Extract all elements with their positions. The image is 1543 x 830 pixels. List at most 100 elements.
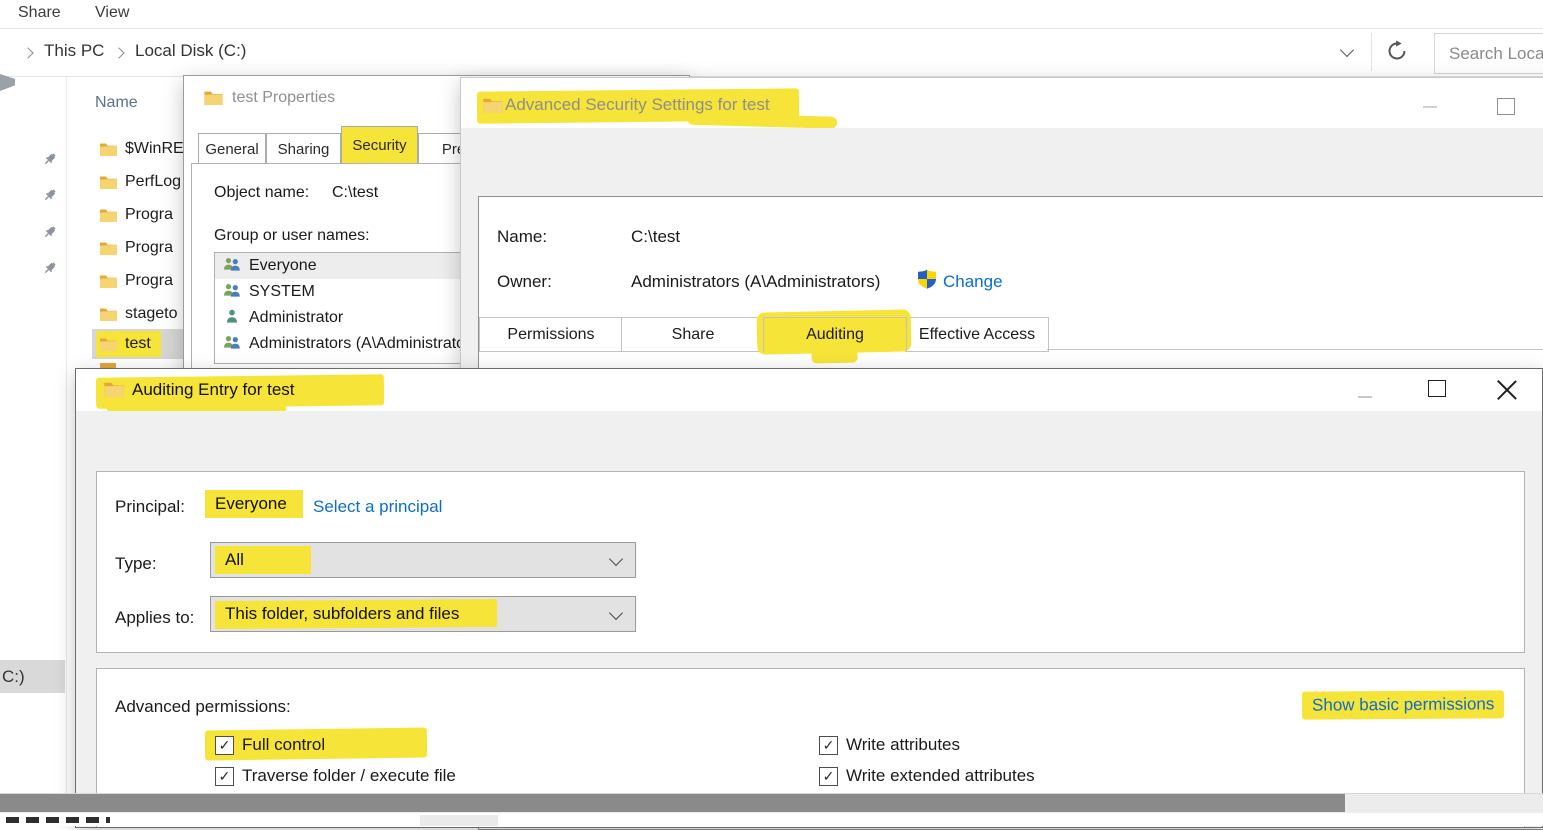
tab-share[interactable]: Share [621,317,765,352]
tab-label: Permissions [507,325,595,343]
horizontal-scrollbar-thumb[interactable] [0,794,1345,812]
principal-panel: Principal: Everyone Select a principal T… [96,471,1525,653]
tab-effective-access[interactable]: Effective Access [905,317,1049,352]
file-name: PerfLog [125,173,182,190]
search-box [1434,33,1543,74]
checkbox-label: Write extended attributes [846,766,1035,785]
file-name: Progra [125,206,174,223]
advanced-permissions-label: Advanced permissions: [115,697,291,716]
maximize-button[interactable] [1497,98,1515,115]
breadcrumb-local-disk[interactable]: Local Disk (C:) [135,41,246,61]
list-item-label: Administrator [249,309,344,326]
folder-icon [483,97,503,113]
object-name-label: Object name: [214,184,310,201]
group-icon [223,283,241,302]
folder-icon [100,274,117,288]
tab-security[interactable]: Security [341,126,418,164]
tab-label: Share [671,325,715,343]
breadcrumb-this-pc[interactable]: This PC [44,41,104,61]
tab-general[interactable]: General [198,133,266,164]
type-dropdown[interactable]: All [210,542,636,578]
list-item-label: SYSTEM [249,283,315,300]
divider [66,77,67,793]
folder-icon [204,90,224,106]
breadcrumb-chevron-icon [113,47,125,59]
object-name-value: C:\test [332,184,379,201]
dialog-body: Principal: Everyone Select a principal T… [76,411,1542,827]
list-item-label: Administrators (A\Administrato [249,335,466,352]
menu-view[interactable]: View [95,4,129,22]
ribbon-menu-bar: Share View [0,0,1543,29]
dialog-title: Auditing Entry for test [132,380,295,399]
viewer-bottom-overlay [0,793,1543,826]
refresh-icon[interactable] [1386,40,1408,62]
checkbox-write-attributes[interactable]: Write attributes [819,735,960,755]
name-value: C:\test [631,227,681,246]
principal-value: Everyone [205,490,303,518]
group-user-names-label: Group or user names: [214,227,370,244]
folder-icon [100,142,117,156]
address-dropdown-icon[interactable] [1339,42,1355,58]
breadcrumb-chevron-icon [22,47,34,59]
checkbox-checked-icon [215,766,234,786]
applies-to-dropdown[interactable]: This folder, subfolders and files [210,596,636,632]
file-row[interactable]: PerfLog [100,168,181,196]
file-name: Progra [125,272,174,289]
checkbox-write-extended-attributes[interactable]: Write extended attributes [819,766,1035,786]
change-owner-link[interactable]: Change [943,272,1003,292]
divider [1371,33,1372,71]
file-name: $WinRE [125,140,184,157]
clipped-ui-fragment [420,815,498,826]
menu-share[interactable]: Share [18,4,61,22]
search-input[interactable] [1447,35,1543,72]
tab-permissions[interactable]: Permissions [479,317,623,352]
minimize-button[interactable] [1423,106,1437,108]
select-principal-link[interactable]: Select a principal [313,497,442,517]
principal-label: Principal: [115,497,185,516]
folder-icon [100,307,117,321]
minimize-button[interactable] [1358,396,1372,398]
show-basic-permissions-highlight: Show basic permissions [1301,690,1505,720]
show-basic-permissions-link[interactable]: Show basic permissions [1312,694,1494,714]
file-name: stageto [125,305,178,322]
tab-sharing[interactable]: Sharing [266,133,341,164]
tab-label: Auditing [806,325,864,343]
pin-icon[interactable] [42,224,58,240]
checkbox-checked-icon [819,766,838,786]
pin-icon[interactable] [42,187,58,203]
file-row[interactable]: Progra [100,234,173,262]
maximize-button[interactable] [1428,380,1446,397]
list-item-label: Everyone [249,257,317,274]
clipped-text-fragment [6,817,110,823]
pin-icon[interactable] [42,151,58,167]
tab-auditing[interactable]: Auditing [763,317,907,352]
address-bar: This PC Local Disk (C:) [0,29,1543,91]
folder-icon [100,337,117,351]
group-icon [223,257,241,276]
file-row[interactable]: $WinRE [100,135,184,163]
nav-item-local-disk-partial[interactable]: C:) [0,660,65,693]
checkbox-traverse-folder[interactable]: Traverse folder / execute file [215,766,456,786]
close-icon[interactable] [1497,377,1517,397]
owner-label: Owner: [497,272,552,291]
window-title: Advanced Security Settings for test [505,95,770,114]
column-header-name[interactable]: Name [95,94,138,112]
file-row[interactable]: stageto [100,300,177,328]
file-row[interactable]: Progra [100,201,173,229]
checkbox-label: Traverse folder / execute file [242,766,456,785]
file-row[interactable]: Progra [100,267,173,295]
checkbox-checked-icon [819,735,838,755]
user-icon [223,309,241,328]
checkbox-label: Write attributes [846,735,961,754]
back-nav-icon[interactable] [0,74,15,91]
checkbox-full-control[interactable]: Full control [215,735,325,755]
pin-icon[interactable] [42,260,58,276]
clipped-bottom-strip [0,813,1543,826]
dialog-title: test Properties [232,89,336,106]
file-row-test[interactable]: test [96,331,161,357]
applies-to-label: Applies to: [115,608,195,627]
owner-value: Administrators (A\Administrators) [631,272,881,291]
chevron-down-icon [608,551,624,567]
tab-label: Sharing [277,140,330,158]
tab-label: General [205,140,259,158]
